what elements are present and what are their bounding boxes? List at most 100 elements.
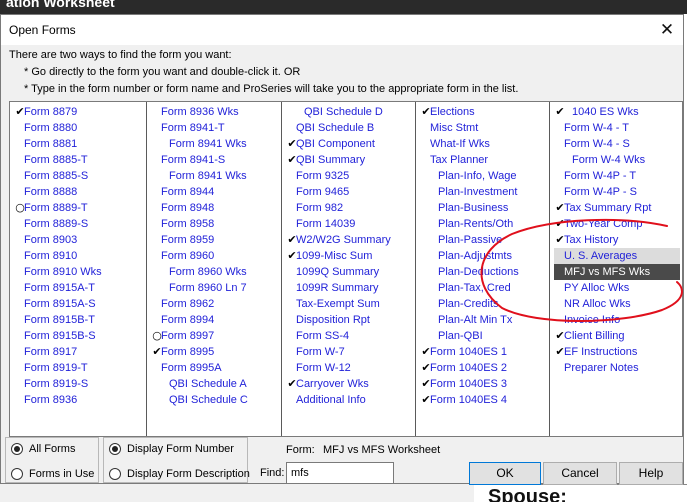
form-list-item[interactable]: PY Alloc Wks [554,280,680,296]
form-list-item[interactable]: Form 8941-S [151,152,279,168]
all-forms-radio-dot[interactable] [11,443,23,455]
form-list-item[interactable]: Form 8936 Wks [151,104,279,120]
form-list-item[interactable]: Form 8917 [14,344,144,360]
form-list-item[interactable]: QBI Schedule C [151,392,279,408]
form-list-item[interactable]: ✔ Tax History [554,232,680,248]
form-list-item[interactable]: ✔ Form 1040ES 2 [420,360,547,376]
form-list-item[interactable]: Invoice Info [554,312,680,328]
forms-in-use-radio-dot[interactable] [11,468,23,480]
form-list-item[interactable]: ✔ 1040 ES Wks [554,104,680,120]
form-list-item[interactable]: ✔ Tax Summary Rpt [554,200,680,216]
form-list-item[interactable]: Form 8960 [151,248,279,264]
form-list-item[interactable]: Form 8962 [151,296,279,312]
form-list-item[interactable]: ✔ QBI Component [286,136,413,152]
form-list-item[interactable]: Plan-Adjustmts [420,248,547,264]
form-list-item[interactable]: Form W-12 [286,360,413,376]
form-list-item[interactable]: Form 8885-T [14,152,144,168]
form-list-item[interactable]: ○ Form 8889-T [14,200,144,216]
form-list-item[interactable]: Form W-4P - T [554,168,680,184]
form-list-item[interactable]: Form 9325 [286,168,413,184]
form-list-item[interactable]: Disposition Rpt [286,312,413,328]
form-list-item[interactable]: Tax Planner [420,152,547,168]
form-list-item[interactable]: Form 8889-S [14,216,144,232]
form-list-item[interactable]: Plan-Investment [420,184,547,200]
form-list-item[interactable]: Plan-Passive [420,232,547,248]
form-list-item[interactable]: Form 8919-T [14,360,144,376]
form-list-item[interactable]: Form W-4 - S [554,136,680,152]
form-list-item[interactable]: QBI Schedule A [151,376,279,392]
form-list-item[interactable]: Form 8995A [151,360,279,376]
form-list-item[interactable]: Form 8915B-S [14,328,144,344]
form-list-item[interactable]: ✔ QBI Summary [286,152,413,168]
form-list-item[interactable]: ○ Form 8997 [151,328,279,344]
cancel-button[interactable]: Cancel [543,462,617,485]
form-list-item[interactable]: ✔ Form 1040ES 3 [420,376,547,392]
form-list-item[interactable]: Form 8915B-T [14,312,144,328]
form-list-item[interactable]: Plan-Alt Min Tx [420,312,547,328]
close-icon[interactable]: ✕ [651,17,683,43]
form-list-item[interactable]: QBI Schedule D [286,104,413,120]
form-list-item[interactable]: Form 8994 [151,312,279,328]
find-input[interactable] [286,462,394,484]
form-list-item[interactable]: Form 8910 [14,248,144,264]
form-list-item[interactable]: Form 8944 [151,184,279,200]
form-list-item[interactable]: 1099Q Summary [286,264,413,280]
form-list-item[interactable]: Plan-Info, Wage [420,168,547,184]
form-list-item[interactable]: Form 8915A-S [14,296,144,312]
form-list-item[interactable]: Form W-4 - T [554,120,680,136]
form-list-item[interactable]: Misc Stmt [420,120,547,136]
form-list-item[interactable]: Form 9465 [286,184,413,200]
form-list-item[interactable]: Form 982 [286,200,413,216]
form-list-item[interactable]: Tax-Exempt Sum [286,296,413,312]
form-list-item[interactable]: Form 8903 [14,232,144,248]
form-list-item[interactable]: ✔ EF Instructions [554,344,680,360]
form-list-item[interactable]: ✔ Form 1040ES 1 [420,344,547,360]
form-list-item[interactable]: Additional Info [286,392,413,408]
form-list-item[interactable]: Plan-Rents/Oth [420,216,547,232]
forms-in-use-radio[interactable]: Forms in Use [11,468,94,480]
form-list-item[interactable]: Form 8888 [14,184,144,200]
form-list-item[interactable]: Form 8936 [14,392,144,408]
form-list-item[interactable]: Form 8915A-T [14,280,144,296]
form-list-item[interactable]: What-If Wks [420,136,547,152]
form-list-item[interactable]: Form 8910 Wks [14,264,144,280]
form-list-item[interactable]: Plan-Business [420,200,547,216]
form-list-item[interactable]: QBI Schedule B [286,120,413,136]
all-forms-radio[interactable]: All Forms [11,443,75,455]
form-list-item[interactable]: Plan-QBI [420,328,547,344]
form-list-item[interactable]: MFJ vs MFS Wks [554,264,680,280]
form-list-item[interactable]: Form 8958 [151,216,279,232]
form-list-item[interactable]: Form 8885-S [14,168,144,184]
form-list-item[interactable]: NR Alloc Wks [554,296,680,312]
form-list-item[interactable]: ✔ Form 1040ES 4 [420,392,547,408]
form-list-item[interactable]: Plan-Tax, Cred [420,280,547,296]
form-list-item[interactable]: Form 8960 Ln 7 [151,280,279,296]
ok-button[interactable]: OK [469,462,541,485]
form-list-item[interactable]: Form 8960 Wks [151,264,279,280]
form-list-item[interactable]: Form 8948 [151,200,279,216]
form-list-item[interactable]: Form 8941 Wks [151,136,279,152]
form-list-item[interactable]: ✔ Client Billing [554,328,680,344]
help-button[interactable]: Help [619,462,683,485]
form-list-item[interactable]: ✔ Elections [420,104,547,120]
form-list-item[interactable]: ✔ Form 8995 [151,344,279,360]
form-list-item[interactable]: ✔ W2/W2G Summary [286,232,413,248]
display-form-number-radio-dot[interactable] [109,443,121,455]
form-list-item[interactable]: ✔ Carryover Wks [286,376,413,392]
form-list-item[interactable]: ✔ Two-Year Comp [554,216,680,232]
form-list-item[interactable]: Form W-4P - S [554,184,680,200]
form-list-item[interactable]: Form W-4 Wks [554,152,680,168]
display-form-description-radio[interactable]: Display Form Description [109,468,250,480]
display-form-description-radio-dot[interactable] [109,468,121,480]
form-list-item[interactable]: Form 8919-S [14,376,144,392]
form-list-item[interactable]: Form 8881 [14,136,144,152]
form-list-item[interactable]: Form SS-4 [286,328,413,344]
form-list-item[interactable]: Form 14039 [286,216,413,232]
form-list-item[interactable]: Plan-Credits [420,296,547,312]
form-list-item[interactable]: Plan-Deductions [420,264,547,280]
form-list-item[interactable]: U. S. Averages [554,248,680,264]
form-list-item[interactable]: ✔ Form 8879 [14,104,144,120]
form-list-item[interactable]: Form 8880 [14,120,144,136]
form-list-item[interactable]: Form 8959 [151,232,279,248]
form-list-item[interactable]: Form 8941 Wks [151,168,279,184]
